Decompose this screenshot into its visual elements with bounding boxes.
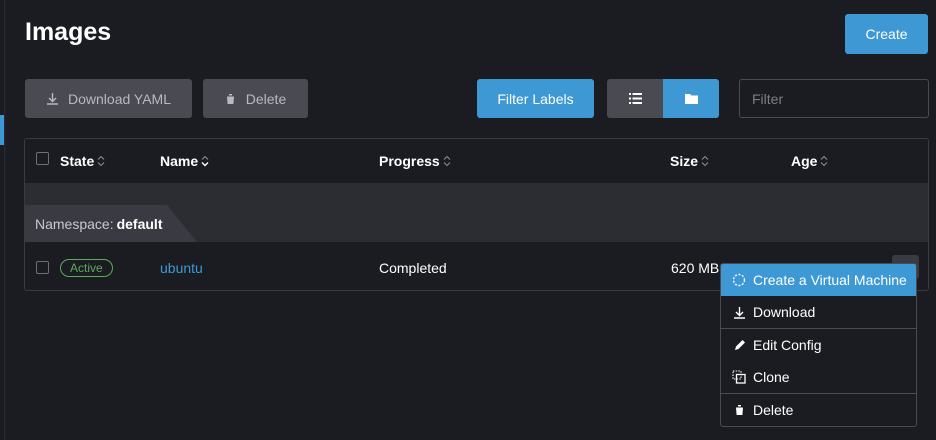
menu-item-label: Create a Virtual Machine	[753, 272, 907, 288]
view-toggle	[607, 79, 719, 118]
menu-item-label: Download	[753, 304, 816, 320]
status-badge: Active	[60, 259, 113, 277]
create-button[interactable]: Create	[845, 14, 928, 54]
filter-labels-button[interactable]: Filter Labels	[477, 79, 594, 118]
select-all-checkbox[interactable]	[36, 152, 49, 165]
list-icon	[628, 93, 642, 104]
download-yaml-label: Download YAML	[68, 90, 171, 107]
namespace-value: default	[116, 215, 163, 232]
trash-icon	[225, 93, 236, 105]
sort-icon	[443, 155, 451, 167]
sort-icon	[201, 155, 209, 167]
menu-item-label: Clone	[753, 369, 790, 385]
menu-item-label: Edit Config	[753, 337, 822, 353]
sort-icon	[820, 155, 828, 167]
column-label-name: Name	[160, 153, 199, 169]
column-header-progress[interactable]: Progress	[379, 153, 451, 169]
namespace-group-row: Namespace: default	[25, 183, 928, 242]
download-icon	[732, 305, 746, 319]
column-header-size[interactable]: Size	[670, 153, 709, 169]
namespace-label: Namespace:	[35, 215, 114, 232]
pencil-icon	[732, 338, 746, 352]
filter-input[interactable]	[739, 79, 929, 118]
size-cell: 620 MB	[671, 260, 720, 276]
sidebar-active-indicator	[0, 115, 4, 145]
download-icon	[46, 92, 59, 105]
menu-item-create-vm[interactable]: Create a Virtual Machine	[721, 264, 916, 296]
list-view-button[interactable]	[607, 79, 663, 118]
namespace-group-tab: Namespace: default	[25, 205, 197, 242]
column-header-name[interactable]: Name	[160, 153, 209, 169]
download-yaml-button[interactable]: Download YAML	[25, 79, 192, 118]
folder-icon	[684, 93, 698, 104]
trash-icon	[732, 403, 746, 417]
sort-icon	[701, 155, 709, 167]
sidebar-divider	[4, 0, 5, 440]
group-view-button[interactable]	[663, 79, 719, 118]
menu-item-clone[interactable]: Clone	[721, 361, 916, 393]
clone-icon	[732, 370, 746, 384]
column-label-size: Size	[670, 153, 699, 169]
page-title: Images	[25, 18, 112, 46]
delete-label: Delete	[245, 90, 287, 107]
row-context-menu: Create a Virtual Machine Download Edit C…	[720, 263, 917, 427]
sort-icon	[97, 155, 105, 167]
column-label-state: State	[60, 153, 95, 169]
image-name-link[interactable]: ubuntu	[160, 260, 203, 276]
progress-cell: Completed	[379, 260, 447, 276]
column-header-age[interactable]: Age	[791, 153, 828, 169]
table-header: State Name Progress Size Age	[25, 139, 928, 184]
menu-item-label: Delete	[753, 402, 794, 418]
menu-item-download[interactable]: Download	[721, 296, 916, 328]
column-label-age: Age	[791, 153, 818, 169]
menu-item-delete[interactable]: Delete	[721, 394, 916, 426]
spinner-icon	[732, 273, 746, 287]
row-checkbox[interactable]	[36, 261, 49, 274]
delete-button[interactable]: Delete	[203, 79, 308, 118]
column-header-state[interactable]: State	[60, 153, 105, 169]
menu-item-edit-config[interactable]: Edit Config	[721, 329, 916, 361]
column-label-progress: Progress	[379, 153, 440, 169]
